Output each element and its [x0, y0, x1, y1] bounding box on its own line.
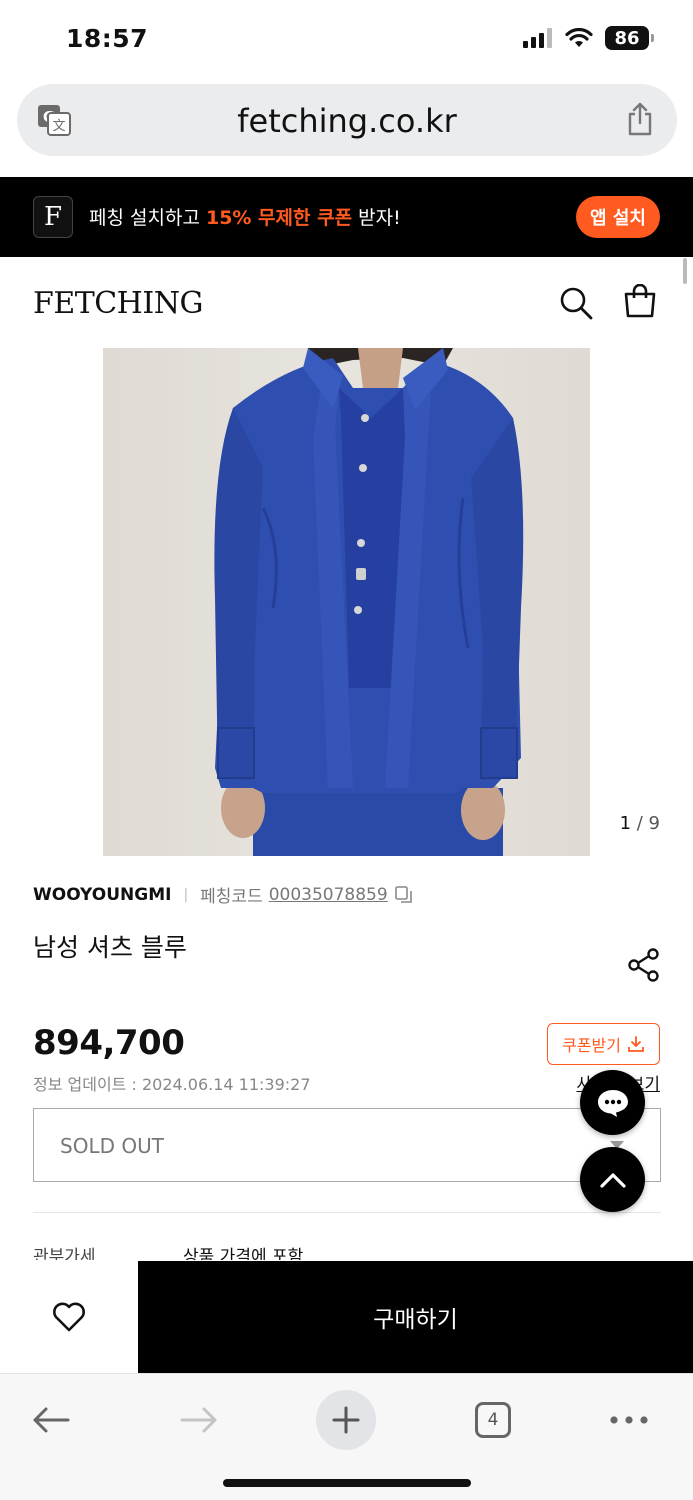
tab-count: 4: [475, 1402, 511, 1438]
fetching-app-logo: F: [33, 196, 73, 238]
status-bar: 18:57 86: [0, 0, 693, 78]
product-price: 894,700: [33, 1023, 185, 1063]
plus-icon: [332, 1406, 360, 1434]
site-header: FETCHING: [0, 258, 693, 346]
fetching-code-label: 페칭코드: [200, 887, 263, 907]
search-icon[interactable]: [559, 286, 593, 320]
chevron-up-icon: [599, 1172, 626, 1188]
scroll-to-top-button[interactable]: [580, 1147, 645, 1212]
info-updated-timestamp: 정보 업데이트 : 2024.06.14 11:39:27: [33, 1075, 311, 1094]
page-scrollbar: [683, 258, 687, 284]
more-menu-button[interactable]: [599, 1390, 659, 1450]
promo-text-after: 받자!: [352, 207, 401, 229]
get-coupon-button[interactable]: 쿠폰받기: [547, 1023, 660, 1065]
status-time: 18:57: [66, 24, 149, 53]
product-photo: [103, 348, 590, 856]
promo-highlight: 15% 무제한 쿠폰: [205, 207, 353, 229]
download-icon: [628, 1036, 644, 1052]
share-icon[interactable]: [625, 102, 655, 136]
separator: |: [183, 886, 189, 903]
chat-icon: [597, 1089, 628, 1117]
more-dots-icon: [610, 1416, 648, 1424]
coupon-label: 쿠폰받기: [562, 1036, 621, 1055]
duty-label: 관부가세: [33, 1247, 96, 1260]
forward-button[interactable]: [169, 1390, 229, 1450]
brand-row: WOOYOUNGMI | 페칭코드 00035078859: [33, 882, 414, 907]
brand-name[interactable]: WOOYOUNGMI: [33, 885, 171, 905]
status-icons: 86: [523, 26, 654, 50]
arrow-left-icon: [33, 1407, 70, 1433]
image-counter-total: / 9: [636, 813, 660, 834]
promo-text-before: 페칭 설치하고: [89, 207, 206, 229]
copy-icon[interactable]: [394, 885, 414, 905]
wishlist-button[interactable]: [0, 1261, 138, 1373]
home-indicator: [223, 1479, 471, 1487]
image-counter-current: 1: [619, 813, 632, 834]
promo-text: 페칭 설치하고 15% 무제한 쿠폰 받자!: [89, 203, 401, 230]
share-product-icon[interactable]: [628, 948, 660, 982]
arrow-right-icon: [180, 1407, 217, 1433]
url-text[interactable]: fetching.co.kr: [17, 102, 677, 140]
divider: [33, 1212, 661, 1213]
app-install-banner: F 페칭 설치하고 15% 무제한 쿠폰 받자! 앱 설치: [0, 177, 693, 257]
duty-value: 상품 가격에 포함: [183, 1247, 304, 1260]
back-button[interactable]: [21, 1390, 81, 1450]
install-app-button[interactable]: 앱 설치: [576, 196, 660, 238]
product-title: 남성 셔츠 블루: [33, 933, 187, 962]
site-logo[interactable]: FETCHING: [33, 286, 203, 321]
wifi-icon: [565, 28, 593, 47]
shopping-bag-icon[interactable]: [623, 284, 657, 318]
buy-bar: 구매하기: [0, 1261, 693, 1373]
battery-indicator: 86: [605, 26, 654, 50]
heart-icon: [53, 1302, 85, 1332]
duty-row: 관부가세 상품 가격에 포함: [33, 1242, 661, 1260]
cellular-signal-icon: [523, 28, 552, 48]
fetching-code[interactable]: 00035078859: [269, 885, 388, 905]
address-bar[interactable]: G 文 fetching.co.kr: [17, 84, 677, 156]
image-counter: 1 / 9: [620, 813, 660, 834]
buy-button[interactable]: 구매하기: [138, 1261, 693, 1373]
tabs-button[interactable]: 4: [463, 1390, 523, 1450]
option-value: SOLD OUT: [60, 1134, 164, 1158]
product-image[interactable]: [103, 348, 590, 856]
option-select[interactable]: SOLD OUT: [33, 1108, 661, 1182]
new-tab-button[interactable]: [316, 1390, 376, 1450]
chat-button[interactable]: [580, 1070, 645, 1135]
